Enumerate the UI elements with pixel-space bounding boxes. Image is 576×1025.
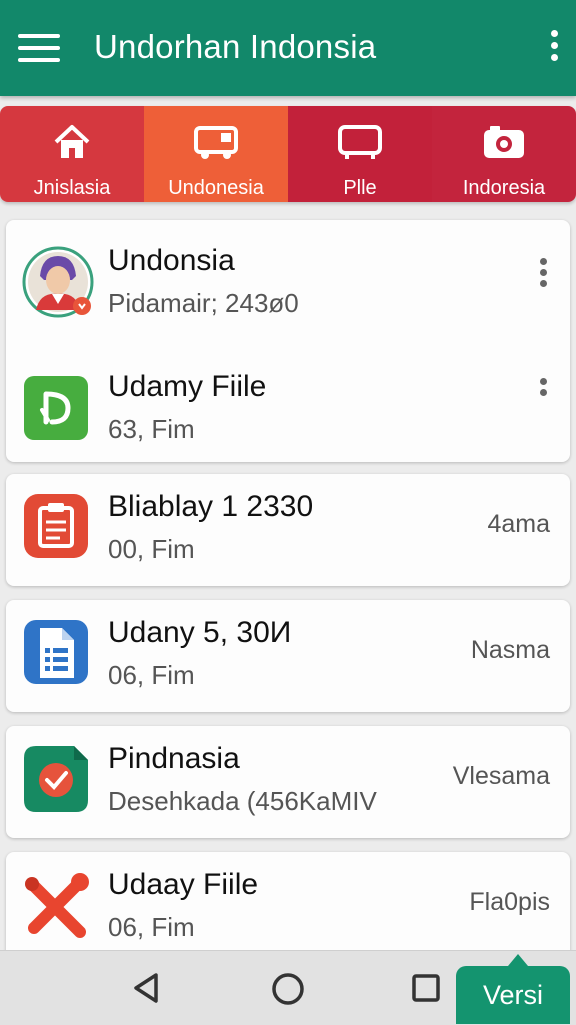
item-meta: Fla0pis xyxy=(469,888,550,916)
item-subtitle: Pidamair; 243ø0 xyxy=(108,288,299,318)
camera-icon xyxy=(482,120,526,164)
item-meta: Vlesama xyxy=(452,762,550,790)
item-title: Udaay Fiile xyxy=(108,868,259,901)
list-card: Pindnasia Desehkada (456KaMIV Vlesama xyxy=(6,726,570,838)
app-title: Undorhan Indonsia xyxy=(94,28,377,65)
item-title: Undonsia xyxy=(108,244,235,277)
list-card: Bliablay 1 2330 00, Fim 4ama xyxy=(6,474,570,586)
item-subtitle: Desehkada (456KaMIV xyxy=(108,786,377,816)
more-vert-icon[interactable] xyxy=(540,258,548,291)
home-circle-icon[interactable] xyxy=(270,971,306,1012)
bus-icon xyxy=(193,120,239,164)
tools-icon xyxy=(22,870,92,940)
item-meta: Nasma xyxy=(470,636,550,664)
tab-jnislasia[interactable]: Jnislasia xyxy=(0,106,144,202)
home-icon xyxy=(52,120,92,164)
tab-label: Undonesia xyxy=(168,177,264,199)
app-bar: Undorhan Indonsia xyxy=(0,0,576,96)
list-card: Udaay Fiile 06, Fim Fla0pis xyxy=(6,852,570,962)
versi-caret xyxy=(508,954,528,966)
list-card: Undonsia Pidamair; 243ø0 Udamy Fiile 63,… xyxy=(6,220,570,462)
tab-label: Jnislasia xyxy=(33,177,111,199)
list-item[interactable]: Pindnasia Desehkada (456KaMIV Vlesama xyxy=(6,726,570,836)
more-vert-icon[interactable] xyxy=(546,30,562,66)
item-title: Bliablay 1 2330 xyxy=(108,490,314,523)
item-title: Udamy Fiile xyxy=(108,370,267,403)
hamburger-icon[interactable] xyxy=(18,34,60,64)
tab-label: Indoresia xyxy=(462,177,546,199)
checkmark-file-icon xyxy=(22,744,92,814)
versi-button[interactable]: Versi xyxy=(456,966,570,1024)
document-icon xyxy=(22,618,92,688)
item-subtitle: 00, Fim xyxy=(108,534,195,564)
more-vert-icon[interactable] xyxy=(540,378,548,400)
tab-plle[interactable]: Plle xyxy=(288,106,432,202)
music-note-icon xyxy=(22,372,92,442)
list-item[interactable]: Undonsia Pidamair; 243ø0 xyxy=(6,228,570,338)
item-subtitle: 63, Fim xyxy=(108,414,195,444)
recents-square-icon[interactable] xyxy=(410,971,442,1010)
item-meta: 4ama xyxy=(487,510,550,538)
category-tabs: Jnislasia Undonesia Plle Indoresia xyxy=(0,106,576,202)
tab-undonesia[interactable]: Undonesia xyxy=(144,106,288,202)
tab-indoresia[interactable]: Indoresia xyxy=(432,106,576,202)
item-title: Pindnasia xyxy=(108,742,240,775)
item-subtitle: 06, Fim xyxy=(108,660,195,690)
list-item[interactable]: Bliablay 1 2330 00, Fim 4ama xyxy=(6,474,570,584)
item-subtitle: 06, Fim xyxy=(108,912,195,942)
list-item[interactable]: Udamy Fiile 63, Fim xyxy=(6,354,570,464)
list-item[interactable]: Udany 5, 30И 06, Fim Nasma xyxy=(6,600,570,710)
tv-icon xyxy=(337,120,383,164)
clipboard-icon xyxy=(22,492,92,562)
back-triangle-icon[interactable] xyxy=(130,971,162,1010)
list-card: Udany 5, 30И 06, Fim Nasma xyxy=(6,600,570,712)
list-item[interactable]: Udaay Fiile 06, Fim Fla0pis xyxy=(6,852,570,962)
avatar-icon xyxy=(22,246,94,318)
tab-label: Plle xyxy=(343,177,377,199)
item-title: Udany 5, 30И xyxy=(108,616,292,649)
